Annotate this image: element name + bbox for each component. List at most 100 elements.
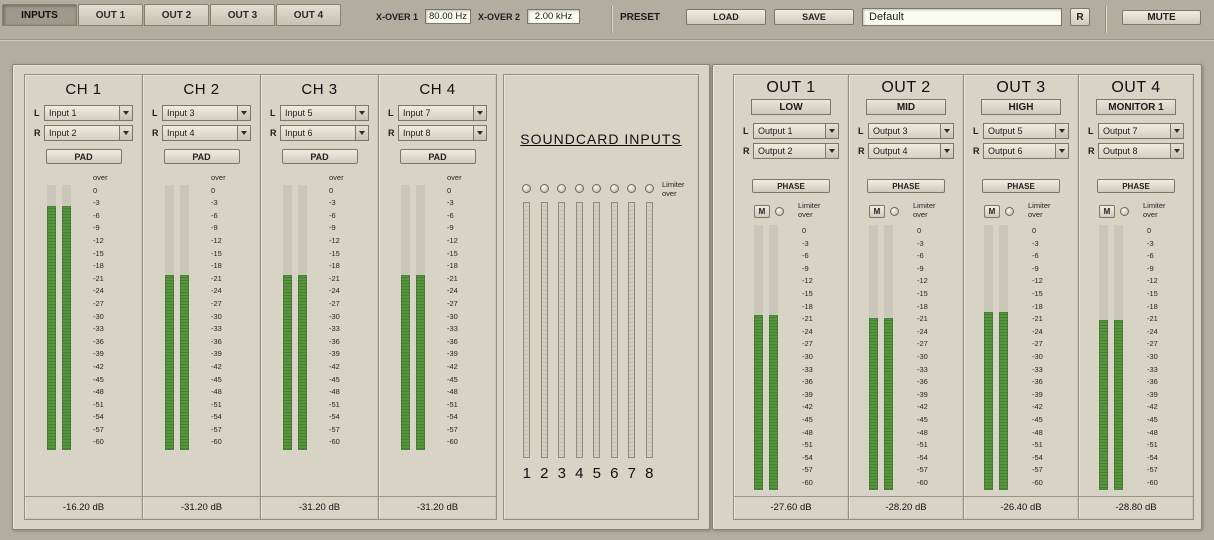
level-meters: 0-3-6-9-12-15-18-21-24-27-30-33-36-39-42… (1099, 225, 1193, 490)
left-input-select[interactable]: Input 3 (162, 105, 251, 121)
meter-scale-value: -57 (211, 424, 226, 437)
chevron-down-icon[interactable] (473, 126, 486, 140)
left-output-select[interactable]: Output 5 (983, 123, 1069, 139)
tab-out-1[interactable]: OUT 1 (78, 4, 143, 26)
band-name-label[interactable]: LOW (751, 99, 831, 115)
meter-scale-value: -54 (1147, 452, 1158, 465)
mute-output-button[interactable]: M (869, 205, 885, 218)
channel-title: CH 1 (25, 81, 142, 98)
mute-output-button[interactable]: M (984, 205, 1000, 218)
right-input-value: Input 4 (163, 128, 237, 138)
chevron-down-icon[interactable] (940, 144, 953, 158)
meter-bars (47, 172, 71, 450)
save-button[interactable]: SAVE (774, 9, 854, 25)
meter-scale-value: -33 (211, 323, 226, 336)
left-meter-track (283, 185, 292, 450)
meter-scale-value: -27 (211, 298, 226, 311)
right-output-select[interactable]: Output 8 (1098, 143, 1184, 159)
meter-scale-value: -33 (1147, 364, 1158, 377)
pad-button[interactable]: PAD (400, 149, 476, 164)
pad-button[interactable]: PAD (282, 149, 358, 164)
input-channels-panel: CH 1 L Input 1 R Input 2 PAD over0-3-6-9… (12, 64, 710, 530)
left-output-select[interactable]: Output 7 (1098, 123, 1184, 139)
phase-button[interactable]: PHASE (982, 179, 1060, 193)
tab-out-4[interactable]: OUT 4 (276, 4, 341, 26)
meter-scale-value: -15 (93, 248, 108, 261)
meter-scale-value: -33 (93, 323, 108, 336)
right-input-select[interactable]: Input 6 (280, 125, 369, 141)
phase-button[interactable]: PHASE (1097, 179, 1175, 193)
phase-button[interactable]: PHASE (752, 179, 830, 193)
input-number-label: 3 (553, 465, 571, 482)
chevron-down-icon[interactable] (473, 106, 486, 120)
meter-scale-value: -39 (447, 348, 462, 361)
right-input-select[interactable]: Input 2 (44, 125, 133, 141)
tab-inputs[interactable]: INPUTS (2, 4, 77, 26)
meter-scale-value: -45 (1147, 414, 1158, 427)
right-output-select[interactable]: Output 4 (868, 143, 954, 159)
crossover-controls: X-OVER 1 80.00 Hz X-OVER 2 2.00 kHz (376, 9, 580, 24)
right-meter-fill (769, 315, 778, 490)
left-input-select[interactable]: Input 5 (280, 105, 369, 121)
left-meter-track (984, 225, 993, 490)
chevron-down-icon[interactable] (825, 144, 838, 158)
meter-scale-value: 0 (917, 225, 928, 238)
left-output-select[interactable]: Output 3 (868, 123, 954, 139)
chevron-down-icon[interactable] (1170, 144, 1183, 158)
preset-name-field[interactable]: Default (862, 8, 1062, 26)
left-input-select[interactable]: Input 7 (398, 105, 487, 121)
right-meter-track (1114, 225, 1123, 490)
meter-scale-value: -36 (447, 336, 462, 349)
limiter-led (775, 207, 784, 216)
meter-bars (401, 172, 425, 450)
mute-output-button[interactable]: M (754, 205, 770, 218)
right-input-select[interactable]: Input 4 (162, 125, 251, 141)
meter-scale-value: -15 (1147, 288, 1158, 301)
left-input-select[interactable]: Input 1 (44, 105, 133, 121)
chevron-down-icon[interactable] (119, 126, 132, 140)
level-meters: over0-3-6-9-12-15-18-21-24-27-30-33-36-3… (401, 172, 496, 450)
pad-button[interactable]: PAD (46, 149, 122, 164)
preset-r-button[interactable]: R (1070, 8, 1090, 26)
right-output-select[interactable]: Output 6 (983, 143, 1069, 159)
right-output-select[interactable]: Output 2 (753, 143, 839, 159)
pad-button[interactable]: PAD (164, 149, 240, 164)
level-meters: 0-3-6-9-12-15-18-21-24-27-30-33-36-39-42… (754, 225, 848, 490)
mute-button[interactable]: MUTE (1122, 10, 1201, 25)
meter-scale-value: -36 (802, 376, 813, 389)
meter-scale-value: -33 (917, 364, 928, 377)
chevron-down-icon[interactable] (237, 106, 250, 120)
phase-button[interactable]: PHASE (867, 179, 945, 193)
level-meters: 0-3-6-9-12-15-18-21-24-27-30-33-36-39-42… (869, 225, 963, 490)
chevron-down-icon[interactable] (355, 106, 368, 120)
meter-scale-value: -45 (329, 374, 344, 387)
chevron-down-icon[interactable] (1170, 124, 1183, 138)
chevron-down-icon[interactable] (355, 126, 368, 140)
chevron-down-icon[interactable] (825, 124, 838, 138)
band-name-label[interactable]: MONITOR 1 (1096, 99, 1176, 115)
load-button[interactable]: LOAD (686, 9, 766, 25)
left-meter-fill (754, 315, 763, 490)
chevron-down-icon[interactable] (940, 124, 953, 138)
band-name-label[interactable]: HIGH (981, 99, 1061, 115)
chevron-down-icon[interactable] (1055, 144, 1068, 158)
meter-scale-value: -24 (802, 326, 813, 339)
band-name-label[interactable]: MID (866, 99, 946, 115)
chevron-down-icon[interactable] (1055, 124, 1068, 138)
meter-scale-value: -3 (211, 197, 226, 210)
left-output-value: Output 7 (1099, 126, 1170, 136)
tab-out-2[interactable]: OUT 2 (144, 4, 209, 26)
tab-out-3[interactable]: OUT 3 (210, 4, 275, 26)
chevron-down-icon[interactable] (119, 106, 132, 120)
soundcard-inputs-panel: SOUNDCARD INPUTS Limiter over 12345678 (503, 74, 699, 520)
mute-output-button[interactable]: M (1099, 205, 1115, 218)
meter-scale-value: 0 (93, 185, 108, 198)
xover1-frequency-field[interactable]: 80.00 Hz (425, 9, 471, 24)
limiter-row: M Limiter over (1099, 203, 1193, 219)
right-input-select[interactable]: Input 8 (398, 125, 487, 141)
xover2-frequency-field[interactable]: 2.00 kHz (527, 9, 580, 24)
meter-scale-value: -39 (329, 348, 344, 361)
meter-bars (165, 172, 189, 450)
left-output-select[interactable]: Output 1 (753, 123, 839, 139)
chevron-down-icon[interactable] (237, 126, 250, 140)
